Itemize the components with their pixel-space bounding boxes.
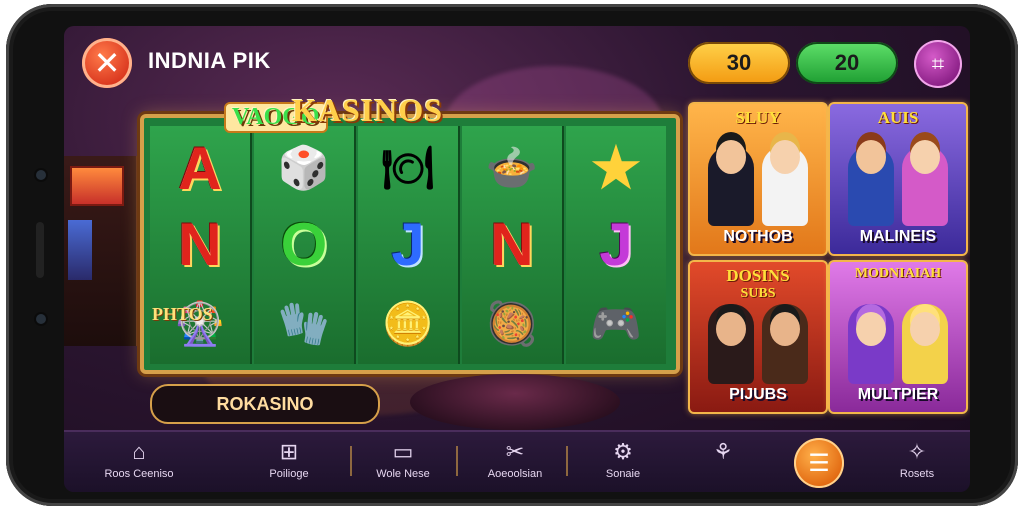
reel-4: 🍲 N 🥘	[462, 126, 564, 364]
card-subheader: SUBS	[740, 286, 776, 301]
character-head	[716, 140, 746, 174]
game-screen: ✕ INDNIA PIK 30 20 ⌗ A N 🎡 🎲 O 🧤 🍽 J 🪙 🍲…	[64, 26, 970, 492]
card-title: MULTPIER	[857, 386, 939, 403]
tools-icon: ✂	[505, 439, 525, 464]
speaker	[36, 222, 44, 278]
nav-label: Rosets	[899, 468, 935, 480]
casino-table	[410, 374, 620, 430]
game-name-field[interactable]: ROKASINO	[150, 384, 380, 424]
reel-symbol: J	[391, 210, 425, 278]
character-head	[716, 312, 746, 346]
gear-icon: ⚙	[613, 439, 633, 464]
card-header: AUIS	[877, 108, 919, 127]
character-head	[910, 140, 940, 174]
game-card-2[interactable]: AUIS MALINEIS	[828, 102, 968, 256]
pot-icon: 🍲	[485, 143, 539, 191]
gold-balance-button[interactable]: 30	[688, 42, 790, 84]
dish-icon: 🍽	[381, 143, 435, 191]
card-header: MODNIAIAH	[854, 266, 942, 281]
top-bar: ✕ INDNIA PIK 30 20 ⌗	[64, 26, 970, 96]
slot-logo: KASINOS	[292, 92, 444, 128]
character-head	[856, 312, 886, 346]
nav-label: Wole Nese	[376, 468, 430, 480]
game-cards: SLUY NOTHOB AUIS MALINEIS DOSINS SUBS PI…	[688, 102, 968, 420]
nav-item-gift[interactable]: ⊞ Poilioge	[234, 436, 344, 490]
reel-2: 🎲 O 🧤	[254, 126, 356, 364]
reel-symbol: N	[490, 210, 534, 278]
arcade-screen	[70, 166, 124, 206]
character-head	[910, 312, 940, 346]
app-title: INDNIA PIK	[148, 48, 271, 73]
character-head	[770, 140, 800, 174]
nav-label: Poilioge	[269, 468, 309, 480]
gamepad-icon: 🎮	[589, 299, 643, 347]
coins-icon: 🪙	[381, 299, 435, 347]
reel-symbol: O	[280, 210, 328, 278]
reel-3: 🍽 J 🪙	[358, 126, 460, 364]
card-header: SLUY	[735, 108, 781, 127]
nav-label: Aoeoolsian	[487, 468, 543, 480]
nav-item-settings[interactable]: ⚙ Sonaie	[568, 436, 678, 490]
shapes-icon: ✧	[907, 439, 927, 464]
menu-button[interactable]: ⌗	[914, 40, 962, 88]
card-header: DOSINS	[726, 266, 790, 285]
nav-item-home[interactable]: ⌂ Roos Ceeniso	[84, 436, 194, 490]
slot-machine[interactable]: A N 🎡 🎲 O 🧤 🍽 J 🪙 🍲 N 🥘 ★ J 🎮	[140, 114, 680, 374]
arcade-cabinet	[64, 156, 138, 346]
card-title: NOTHOB	[723, 228, 793, 245]
gift-icon: ⊞	[279, 439, 299, 464]
bottom-nav: ⌂ Roos Ceeniso ⊞ Poilioge ▭ Wole Nese ✂ …	[64, 430, 970, 492]
game-card-1[interactable]: SLUY NOTHOB	[688, 102, 828, 256]
controller-icon: ⚘	[713, 439, 733, 464]
reel-symbol: A	[178, 134, 222, 202]
nav-label: Sonaie	[605, 468, 641, 480]
character-head	[770, 312, 800, 346]
nav-item-controller[interactable]: ⚘	[678, 436, 768, 490]
front-camera	[36, 170, 46, 180]
nav-item-ticket[interactable]: ▭ Wole Nese	[348, 436, 458, 490]
grid-icon: ⌗	[931, 51, 945, 77]
reel-symbol: J	[599, 210, 633, 278]
nav-label: Roos Ceeniso	[104, 468, 174, 480]
card-title: PIJUBS	[729, 386, 787, 403]
close-icon: ✕	[93, 44, 121, 82]
game-card-3[interactable]: DOSINS SUBS PIJUBS	[688, 260, 828, 414]
list-button[interactable]: ☰	[794, 438, 844, 488]
list-icon: ☰	[808, 449, 830, 477]
chip-icon: 🎲	[277, 143, 331, 191]
slot-badge: PHTOS	[152, 304, 213, 324]
arcade-panel	[68, 220, 92, 280]
phone-frame: ✕ INDNIA PIK 30 20 ⌗ A N 🎡 🎲 O 🧤 🍽 J 🪙 🍲…	[6, 4, 1018, 506]
card-title: MALINEIS	[859, 228, 937, 245]
reel-1: A N 🎡	[150, 126, 252, 364]
glove-icon: 🧤	[277, 299, 331, 347]
game-card-4[interactable]: MODNIAIAH MULTPIER	[828, 260, 968, 414]
home-icon: ⌂	[132, 439, 146, 464]
reel-symbol: N	[178, 210, 222, 278]
ticket-icon: ▭	[392, 439, 414, 464]
nav-item-tools[interactable]: ✂ Aoeoolsian	[460, 436, 570, 490]
reel-5: ★ J 🎮	[566, 126, 666, 364]
close-button[interactable]: ✕	[82, 38, 132, 88]
star-icon: ★	[590, 136, 642, 199]
nav-item-shapes[interactable]: ✧ Rosets	[862, 436, 970, 490]
character-head	[856, 140, 886, 174]
bowl-icon: 🥘	[485, 299, 539, 347]
sensor	[36, 314, 46, 324]
green-balance-button[interactable]: 20	[796, 42, 898, 84]
nav-divider	[456, 446, 458, 476]
